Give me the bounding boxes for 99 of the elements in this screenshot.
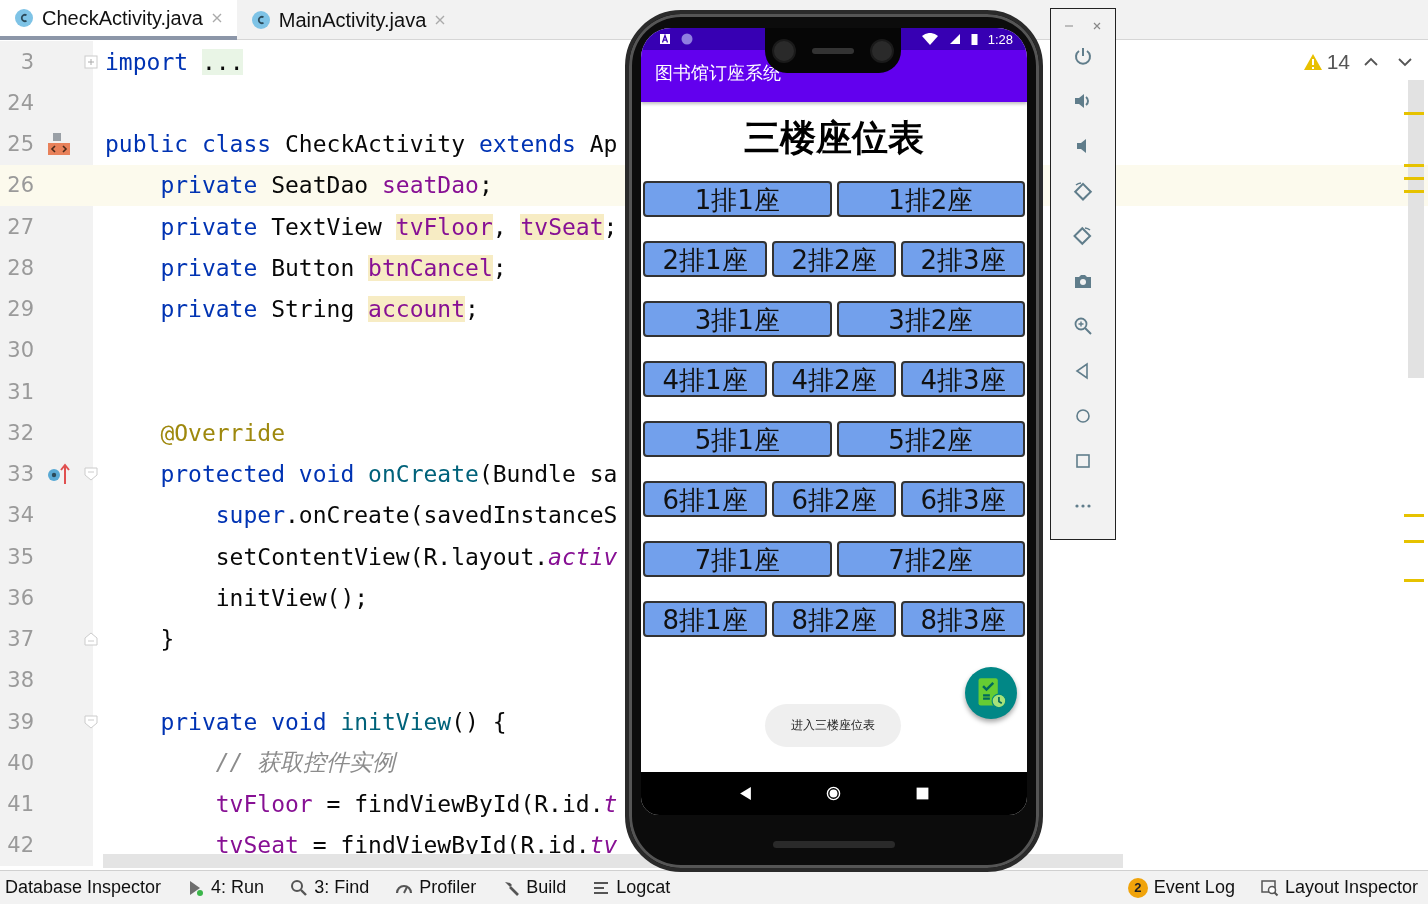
fab-button[interactable] xyxy=(965,667,1017,719)
inspector-icon[interactable] xyxy=(1260,878,1279,897)
tool-window-link[interactable]: Database Inspector xyxy=(5,877,162,898)
seat-button[interactable]: 8排1座 xyxy=(643,601,767,637)
notification-icon xyxy=(659,33,671,45)
layout-file-icon[interactable] xyxy=(47,132,71,157)
line-number: 33 xyxy=(6,462,34,487)
run-icon[interactable] xyxy=(187,878,206,897)
seat-button[interactable]: 6排3座 xyxy=(901,481,1025,517)
line-number: 38 xyxy=(6,668,34,693)
code-line: tvSeat = findViewById(R.id.tv xyxy=(214,832,618,859)
page-heading: 三楼座位表 xyxy=(743,116,925,160)
code-line: super.onCreate(savedInstanceS xyxy=(214,502,618,529)
previous-icon[interactable] xyxy=(1364,57,1378,67)
toast-message: 进入三楼座位表 xyxy=(765,704,901,747)
battery-icon xyxy=(970,33,978,45)
tool-window-link[interactable]: Profiler xyxy=(419,877,477,898)
line-number: 28 xyxy=(6,255,34,280)
code-line: private SeatDao seatDao; xyxy=(159,172,493,199)
close-icon[interactable] xyxy=(1092,21,1102,31)
line-number: 30 xyxy=(6,338,34,363)
tool-window-link[interactable]: Logcat xyxy=(616,877,671,898)
tool-window-link[interactable]: Build xyxy=(526,877,567,898)
code-line: private Button btnCancel; xyxy=(159,254,507,281)
code-line: @Override xyxy=(159,419,285,446)
line-number: 39 xyxy=(6,709,34,734)
wifi-icon xyxy=(920,33,939,45)
code-line: } xyxy=(159,626,175,653)
warning-number: 14 xyxy=(1326,50,1350,74)
seat-button[interactable]: 7排1座 xyxy=(643,541,832,577)
count-badge: 2 xyxy=(1127,877,1148,898)
seat-button[interactable]: 5排1座 xyxy=(643,421,832,457)
seat-button[interactable]: 8排2座 xyxy=(772,601,896,637)
warning-count[interactable]: 14 xyxy=(1302,50,1350,74)
code-line: private String account; xyxy=(159,296,479,323)
seat-button[interactable]: 7排2座 xyxy=(836,541,1025,577)
file-tab[interactable]: CheckActivity.java xyxy=(0,0,237,40)
seat-button[interactable]: 1排1座 xyxy=(643,181,832,217)
line-number: 32 xyxy=(6,420,34,445)
line-number: 27 xyxy=(6,214,34,239)
seat-button[interactable]: 4排1座 xyxy=(643,361,767,397)
line-number: 25 xyxy=(6,132,34,157)
line-number: 41 xyxy=(6,792,34,817)
code-line: private TextView tvFloor, tvSeat; xyxy=(159,213,618,240)
code-line: private void initView() { xyxy=(159,708,507,735)
power-icon[interactable] xyxy=(1073,46,1093,66)
next-icon[interactable] xyxy=(1398,57,1412,67)
warning-icon xyxy=(1302,53,1323,71)
home-icon[interactable] xyxy=(826,786,842,801)
line-number: 31 xyxy=(6,379,34,404)
line-number: 42 xyxy=(6,833,34,858)
seat-button[interactable]: 4排2座 xyxy=(772,361,896,397)
close-icon[interactable] xyxy=(434,14,447,26)
line-number: 40 xyxy=(6,750,34,775)
signal-icon xyxy=(948,33,961,45)
zoom-icon[interactable] xyxy=(1073,316,1093,336)
seat-button[interactable]: 6排2座 xyxy=(772,481,896,517)
seat-button[interactable]: 2排3座 xyxy=(901,241,1025,277)
close-icon[interactable] xyxy=(210,12,223,24)
code-line: public class CheckActivity extends Ap xyxy=(105,131,618,158)
seat-button[interactable]: 3排2座 xyxy=(836,301,1025,337)
line-number: 29 xyxy=(6,297,34,322)
code-line: protected void onCreate(Bundle sa xyxy=(159,461,618,488)
seat-button[interactable]: 4排3座 xyxy=(901,361,1025,397)
search-icon[interactable] xyxy=(290,878,309,897)
tool-window-link[interactable]: 4: Run xyxy=(211,877,265,898)
scrollbar[interactable] xyxy=(1408,80,1424,378)
class-icon xyxy=(14,8,34,28)
line-number: 37 xyxy=(6,627,34,652)
line-number: 35 xyxy=(6,544,34,569)
seat-button[interactable]: 6排1座 xyxy=(643,481,767,517)
tool-window-link[interactable]: Event Log xyxy=(1153,877,1235,898)
status-time: 1:28 xyxy=(987,31,1013,47)
code-line: import ... xyxy=(105,48,244,75)
line-number: 36 xyxy=(6,585,34,610)
line-number: 3 xyxy=(19,49,34,74)
code-line: initView(); xyxy=(214,584,369,611)
class-icon xyxy=(250,10,271,30)
seat-button[interactable]: 2排2座 xyxy=(772,241,896,277)
code-line: tvFloor = findViewById(R.id.t xyxy=(214,791,618,818)
tool-window-link[interactable]: 3: Find xyxy=(314,877,370,898)
circle-icon xyxy=(681,33,693,45)
back-icon[interactable] xyxy=(737,786,753,801)
seat-button[interactable]: 3排1座 xyxy=(643,301,832,337)
seat-button[interactable]: 1排2座 xyxy=(836,181,1025,217)
line-number: 34 xyxy=(6,503,34,528)
tool-window-link[interactable]: Layout Inspector xyxy=(1284,877,1418,898)
rotate-right-icon[interactable] xyxy=(1073,226,1093,246)
overview-icon[interactable] xyxy=(915,786,931,801)
seat-button[interactable]: 2排1座 xyxy=(643,241,767,277)
line-number: 26 xyxy=(6,173,34,198)
code-line: // 获取控件实例 xyxy=(214,748,396,778)
seat-button[interactable]: 8排3座 xyxy=(901,601,1025,637)
code-line: setContentView(R.layout.activ xyxy=(214,543,618,570)
line-number: 24 xyxy=(6,90,34,115)
file-tab[interactable]: MainActivity.java xyxy=(236,0,461,40)
override-icon[interactable] xyxy=(47,462,71,487)
rotate-left-icon[interactable] xyxy=(1073,181,1093,201)
seat-button[interactable]: 5排2座 xyxy=(836,421,1025,457)
